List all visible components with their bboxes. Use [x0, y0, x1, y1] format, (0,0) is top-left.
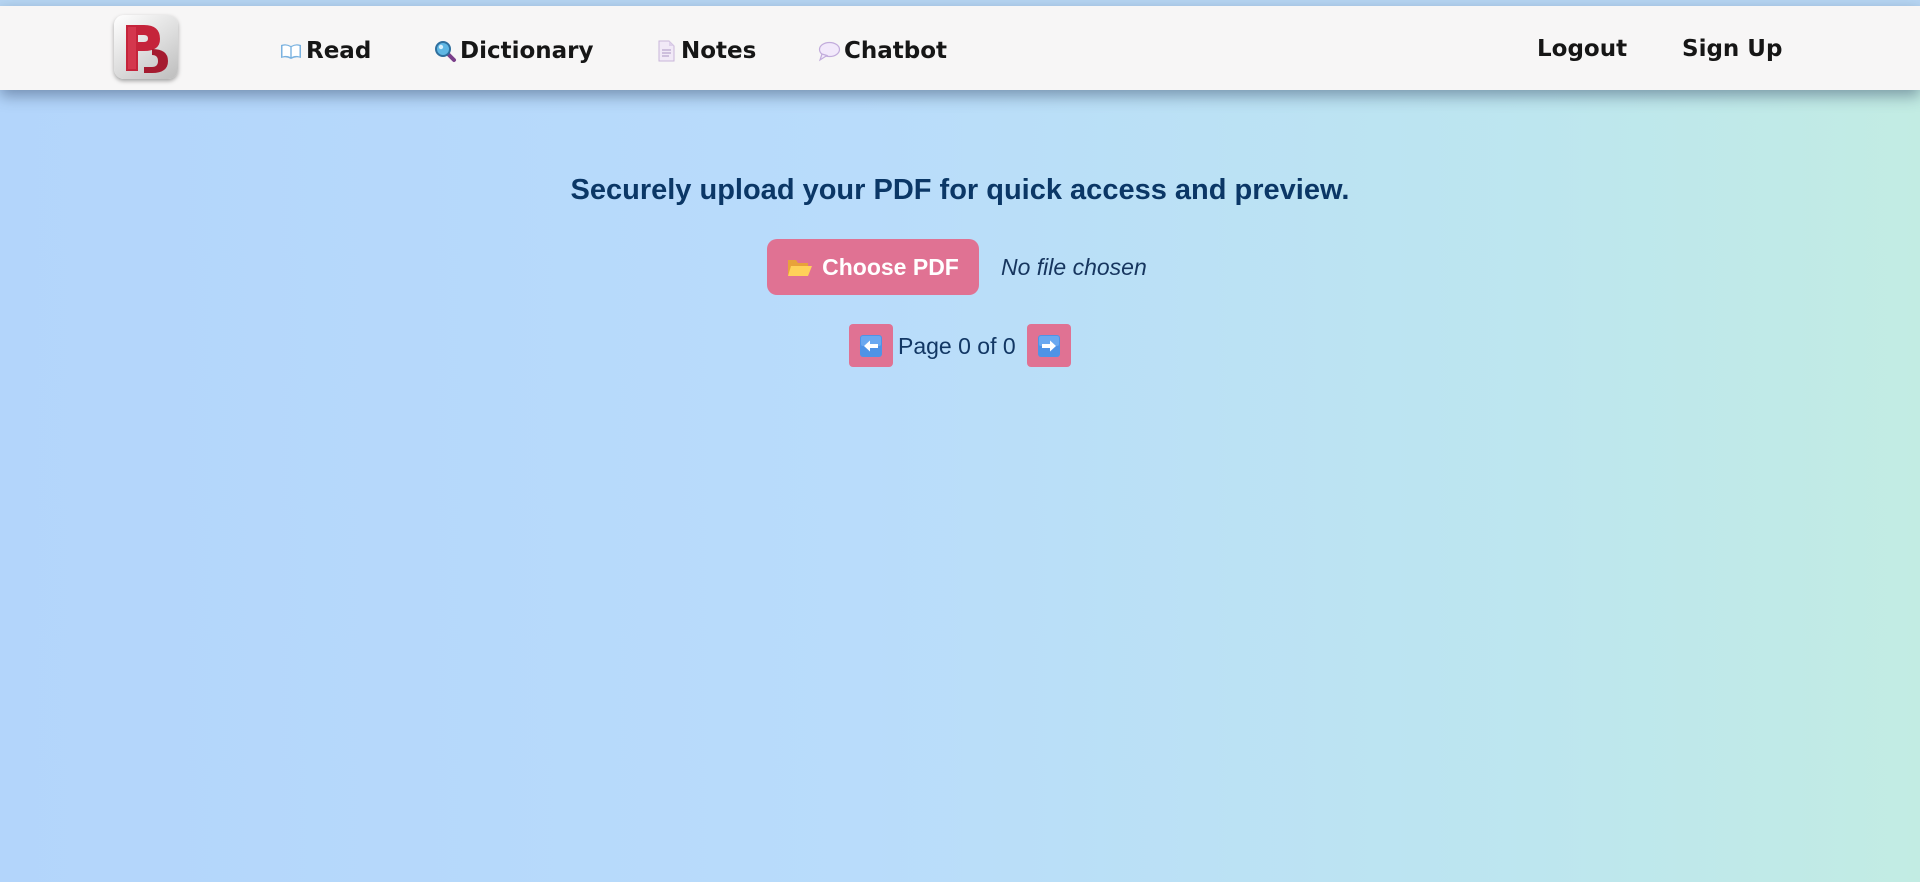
speech-balloon-icon [817, 39, 841, 63]
logout-label: Logout [1537, 36, 1628, 62]
file-status-text: No file chosen [1001, 254, 1147, 280]
nav-link-chatbot[interactable]: Chatbot [817, 36, 947, 66]
signup-link[interactable]: Sign Up [1682, 34, 1782, 64]
navbar: Read Dictionary Notes Chatbot Logout Sig… [0, 6, 1920, 90]
next-page-button[interactable] [1027, 324, 1071, 367]
nav-link-read[interactable]: Read [279, 36, 371, 66]
logo[interactable] [114, 15, 178, 79]
previous-page-button[interactable] [849, 324, 893, 367]
nav-link-chatbot-label: Chatbot [844, 38, 948, 64]
left-arrow-icon [860, 334, 882, 357]
page-indicator: Page 0 of 0 [898, 333, 1016, 359]
right-arrow-icon [1038, 334, 1060, 357]
nav-link-notes[interactable]: Notes [654, 36, 756, 66]
nav-link-read-label: Read [306, 38, 372, 64]
folder-icon [787, 255, 813, 279]
nav-link-dictionary[interactable]: Dictionary [433, 36, 594, 66]
signup-label: Sign Up [1682, 36, 1783, 62]
choose-pdf-label: Choose PDF [822, 253, 959, 280]
page-heading: Securely upload your PDF for quick acces… [570, 174, 1350, 206]
magnifier-icon [433, 39, 457, 63]
page-icon [654, 39, 678, 63]
choose-pdf-button[interactable]: Choose PDF [767, 239, 979, 295]
nav-link-dictionary-label: Dictionary [460, 38, 594, 64]
nav-link-notes-label: Notes [681, 38, 757, 64]
open-book-icon [279, 39, 303, 63]
logout-link[interactable]: Logout [1537, 34, 1627, 64]
